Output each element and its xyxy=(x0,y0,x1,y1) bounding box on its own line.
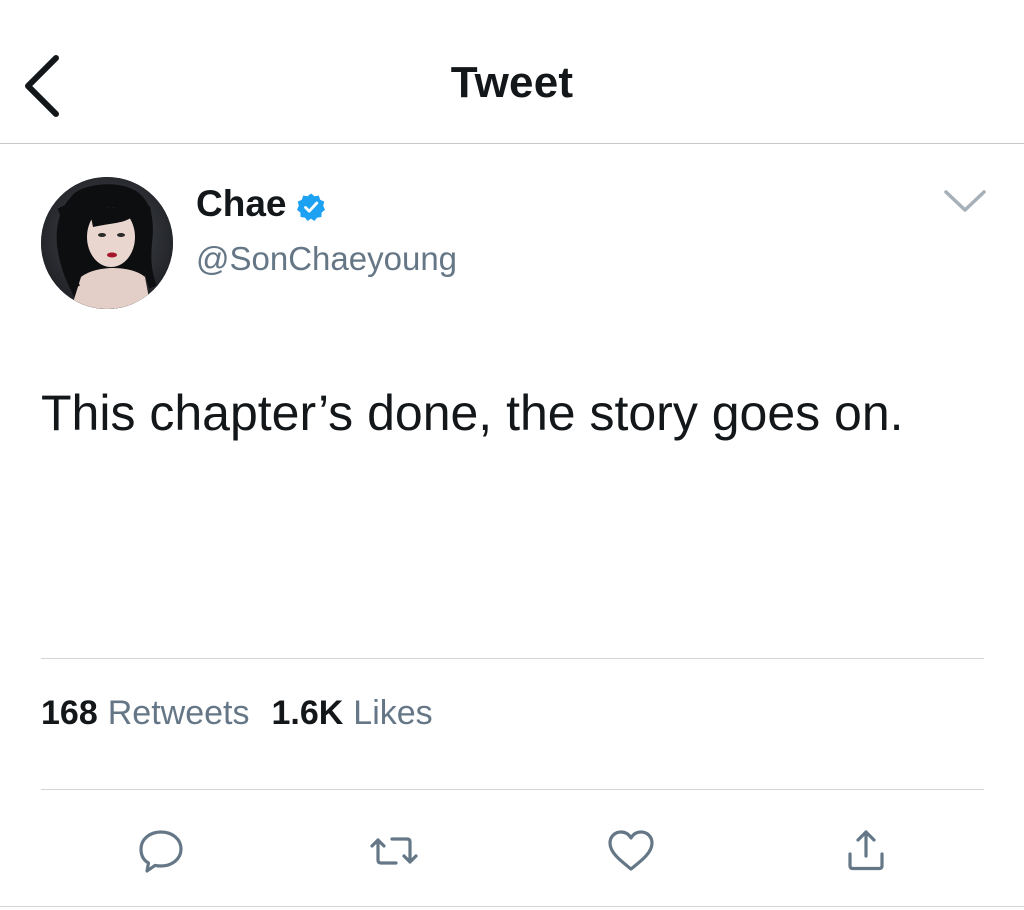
heart-icon xyxy=(608,830,654,871)
avatar[interactable] xyxy=(41,177,173,309)
divider xyxy=(41,658,984,659)
profile-photo xyxy=(41,177,173,309)
divider xyxy=(41,789,984,790)
verified-badge-icon xyxy=(296,189,326,221)
retweet-button[interactable] xyxy=(366,826,422,876)
retweet-icon xyxy=(370,837,418,865)
like-button[interactable] xyxy=(603,826,659,876)
retweets-count: 168 xyxy=(41,694,98,732)
retweets-label: Retweets xyxy=(107,694,250,732)
tweet-text: This chapter’s done, the story goes on. xyxy=(41,385,904,441)
navigation-bar: Tweet xyxy=(0,0,1024,144)
tweet-stats: 168 Retweets 1.6K Likes xyxy=(41,694,455,733)
comment-icon xyxy=(139,830,183,873)
likes-label: Likes xyxy=(353,694,433,732)
chevron-down-icon xyxy=(944,190,986,212)
author-display-name[interactable]: Chae xyxy=(196,183,326,225)
likes-count: 1.6K xyxy=(271,694,344,732)
likes-stat[interactable]: 1.6K Likes xyxy=(271,694,432,733)
display-name-text: Chae xyxy=(196,183,287,224)
author-handle[interactable]: @SonChaeyoung xyxy=(196,240,457,278)
tweet-options-button[interactable] xyxy=(940,180,990,220)
reply-button[interactable] xyxy=(133,826,189,876)
retweets-stat[interactable]: 168 Retweets xyxy=(41,694,249,733)
share-icon xyxy=(848,830,884,871)
share-button[interactable] xyxy=(838,826,894,876)
bottom-divider xyxy=(0,906,1024,907)
page-title: Tweet xyxy=(450,58,574,107)
